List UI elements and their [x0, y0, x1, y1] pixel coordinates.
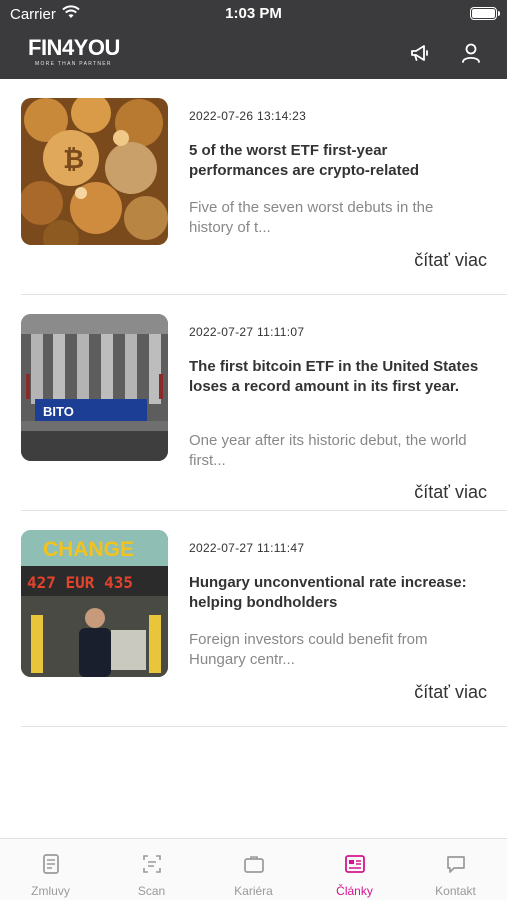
- exchange-sign: CHANGE: [43, 538, 134, 561]
- currency-exchange-image: CHANGE 427 EUR 435: [21, 530, 168, 677]
- article-excerpt: One year after its historic debut, the w…: [189, 432, 467, 469]
- article-thumbnail-exchange[interactable]: CHANGE 427 EUR 435: [21, 530, 168, 677]
- tab-scan[interactable]: Scan: [101, 839, 202, 900]
- scan-icon: [143, 855, 161, 873]
- article-card[interactable]: CHANGE 427 EUR 435 2022-07-27 11:11:47 H…: [21, 511, 507, 727]
- article-date: 2022-07-27 11:11:47: [189, 541, 305, 555]
- article-date: 2022-07-27 11:11:07: [189, 325, 305, 339]
- article-excerpt: Five of the seven worst debuts in the hi…: [189, 199, 434, 236]
- article-thumbnail-coins[interactable]: ₿: [21, 98, 168, 245]
- tab-label: Kariéra: [234, 884, 273, 898]
- status-bar: Carrier 1:03 PM: [0, 0, 507, 28]
- read-more-link[interactable]: čítať viac: [414, 682, 487, 703]
- stock-exchange-image: BITO: [21, 314, 168, 461]
- exchange-rate-sign: 427 EUR 435: [27, 573, 133, 592]
- bottom-tab-bar: Zmluvy Scan Kariéra Články Kontakt: [0, 838, 507, 900]
- article-excerpt: Foreign investors could benefit from Hun…: [189, 631, 428, 668]
- app-header: FIN4YOU MORE THAN PARTNER: [0, 28, 507, 79]
- app-logo: FIN4YOU MORE THAN PARTNER: [28, 35, 120, 68]
- clock: 1:03 PM: [225, 5, 282, 22]
- tab-kariera[interactable]: Kariéra: [203, 839, 304, 900]
- article-date: 2022-07-26 13:14:23: [189, 109, 307, 123]
- banner-text: BITO: [43, 404, 74, 419]
- logo-tagline: MORE THAN PARTNER: [35, 61, 112, 67]
- coins-image: ₿: [21, 98, 168, 245]
- chat-icon: [447, 856, 465, 873]
- article-title[interactable]: The first bitcoin ETF in the United Stat…: [189, 357, 489, 396]
- read-more-link[interactable]: čítať viac: [414, 250, 487, 271]
- top-bar: Carrier 1:03 PM FIN4YOU MORE THAN PARTNE…: [0, 0, 507, 79]
- tab-label: Scan: [137, 884, 166, 898]
- tab-label: Články: [336, 884, 373, 898]
- user-icon[interactable]: [459, 41, 483, 65]
- svg-text:₿: ₿: [63, 144, 84, 174]
- tab-kontakt[interactable]: Kontakt: [405, 839, 506, 900]
- megaphone-icon[interactable]: [408, 41, 432, 65]
- article-thumbnail-stock-exchange[interactable]: BITO: [21, 314, 168, 461]
- tab-label: Zmluvy: [31, 884, 70, 898]
- battery-icon: [470, 7, 500, 20]
- article-card[interactable]: BITO 2022-07-27 11:11:07 The first bitco…: [21, 295, 507, 511]
- document-icon: [43, 854, 59, 874]
- tab-label: Kontakt: [435, 884, 476, 898]
- app-screen: Carrier 1:03 PM FIN4YOU MORE THAN PARTNE…: [0, 0, 507, 900]
- tab-zmluvy[interactable]: Zmluvy: [0, 839, 101, 900]
- article-card[interactable]: ₿ 2022-07-26 13:14:23 5 of the worst ETF…: [21, 79, 507, 295]
- logo-brand: FIN4YOU: [28, 35, 120, 60]
- article-title[interactable]: Hungary unconventional rate increase: he…: [189, 573, 489, 612]
- read-more-link[interactable]: čítať viac: [414, 482, 487, 503]
- briefcase-icon: [244, 856, 264, 873]
- article-title[interactable]: 5 of the worst ETF first-year performanc…: [189, 141, 489, 180]
- tab-clanky[interactable]: Články: [304, 839, 405, 900]
- articles-list[interactable]: ₿ 2022-07-26 13:14:23 5 of the worst ETF…: [0, 79, 507, 838]
- newspaper-icon: [345, 855, 365, 873]
